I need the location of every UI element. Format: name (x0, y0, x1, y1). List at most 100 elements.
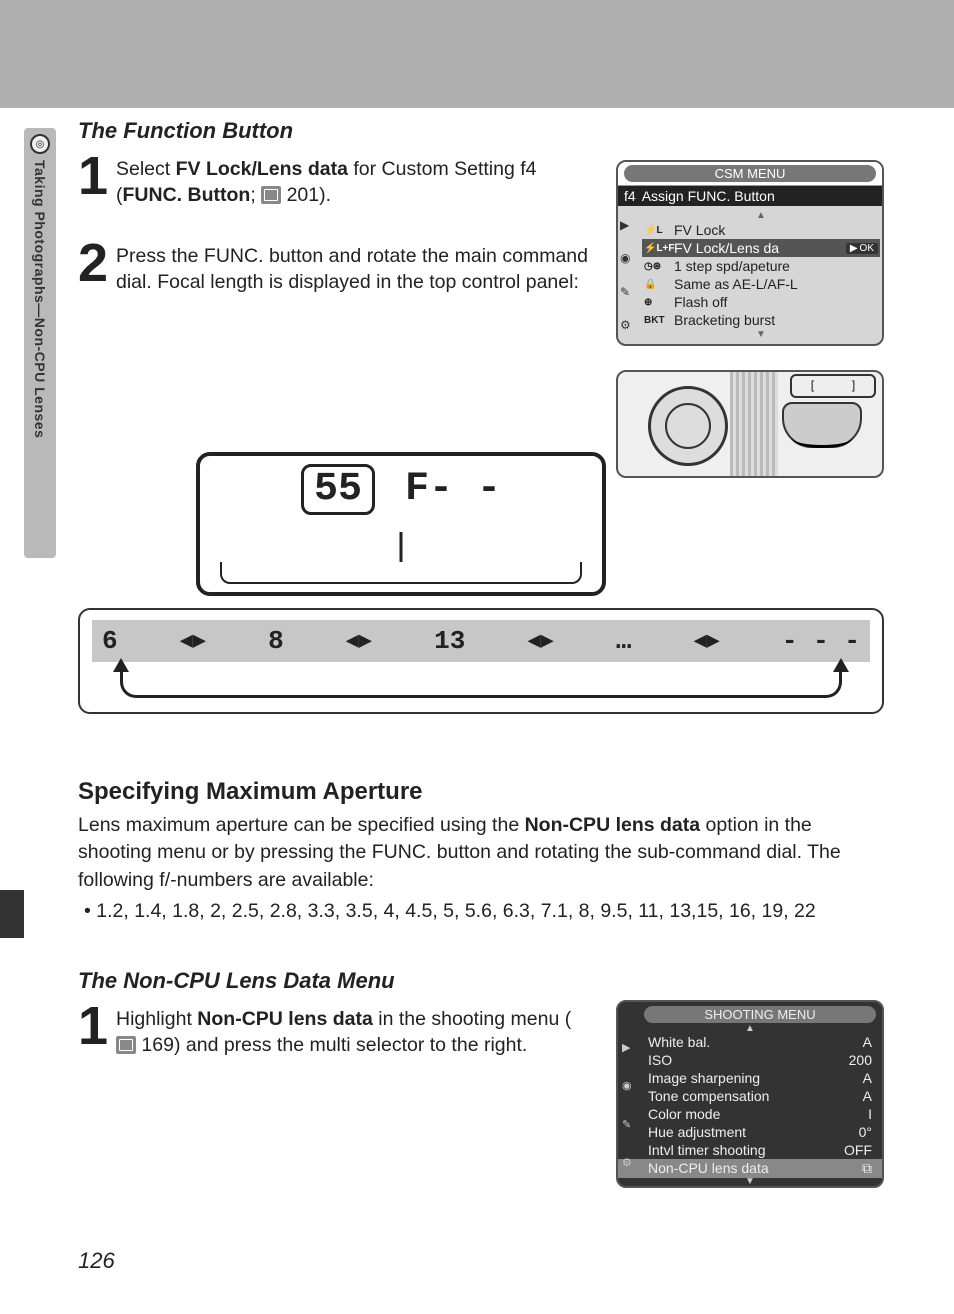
row-icon: ⊕ (644, 297, 670, 308)
sm-row-sharpen: Image sharpeningA (618, 1069, 882, 1087)
l: Hue adjustment (648, 1124, 746, 1140)
noncpu-step-1: 1 Highlight Non-CPU lens data in the sho… (78, 1002, 588, 1059)
loop-line (120, 668, 842, 698)
ok-text: OK (860, 243, 874, 254)
row-icon: ◷⊛ (644, 261, 670, 272)
strip-val: 6 (102, 626, 118, 656)
step-1-text: Select FV Lock/Lens data for Custom Sett… (116, 152, 588, 209)
step-2: 2 Press the FUNC. button and rotate the … (78, 239, 588, 296)
csm-setting-name: Assign FUNC. Button (642, 188, 775, 204)
v: I (868, 1106, 872, 1122)
page-ref-icon (261, 186, 281, 204)
l: White bal. (648, 1034, 710, 1050)
t: in the shooting menu ( (373, 1008, 571, 1030)
lcd-aperture: F- - (405, 467, 501, 512)
sm-row-wb: White bal. A (618, 1033, 882, 1051)
t: ; (250, 184, 261, 206)
v: A (863, 1034, 872, 1050)
l: Color mode (648, 1106, 720, 1122)
page-ref-icon (116, 1036, 136, 1054)
step-1: 1 Select FV Lock/Lens data for Custom Se… (78, 152, 588, 209)
t: FUNC. Button (123, 184, 251, 206)
camera-body-hatch (730, 372, 778, 476)
row-label: Bracketing burst (674, 312, 775, 328)
strip-val: - - - (782, 626, 860, 656)
v: A (863, 1088, 872, 1104)
sm-row-intvl: Intvl timer shootingOFF (618, 1141, 882, 1159)
l: Non-CPU lens data (648, 1160, 769, 1177)
sm-row-iso: ISO 200 (618, 1051, 882, 1069)
v: ⧉ (862, 1160, 872, 1177)
fnumber-list: • 1.2, 1.4, 1.8, 2, 2.5, 2.8, 3.3, 3.5, … (78, 898, 884, 925)
lcd-focal-length: 55 (301, 464, 375, 515)
double-arrow-icon: ◀▶ (346, 628, 373, 654)
t: ) and press the multi selector to the ri… (174, 1034, 527, 1056)
section-title-function-button: The Function Button (78, 118, 884, 144)
t: Non-CPU lens data (197, 1008, 373, 1030)
camera-command-dial (782, 402, 862, 448)
double-arrow-icon: ◀▶ (527, 628, 554, 654)
page-top-band (0, 0, 954, 108)
t: 169 (141, 1034, 174, 1056)
focal-length-values-strip: 6 ◀▶ 8 ◀▶ 13 ◀▶ … ◀▶ - - - (78, 608, 884, 714)
v: 200 (849, 1052, 872, 1068)
csm-menu-title: CSM MENU (624, 165, 876, 182)
v: 0° (859, 1124, 872, 1140)
csm-menu-screenshot: CSM MENU f4 Assign FUNC. Button ▶◉✎⚙ ▲ ⚡… (616, 160, 884, 346)
page-edge-accent (0, 890, 24, 938)
csm-side-icons: ▶◉✎⚙ (620, 208, 640, 342)
t: ). (319, 184, 331, 206)
sm-row-tone: Tone compensation A (618, 1087, 882, 1105)
strip-val: 13 (434, 626, 465, 656)
strip-val: … (616, 626, 632, 656)
chapter-side-tab: ◎ Taking Photographs—Non-CPU Lenses (24, 128, 56, 558)
sm-row-hue: Hue adjustment 0° (618, 1123, 882, 1141)
shoot-side-icons: ▶◉✎⚙ (622, 1028, 642, 1182)
t: ] (850, 379, 857, 393)
step-number-2: 2 (78, 239, 112, 288)
csm-row-fvlock: ⚡L FV Lock (642, 221, 880, 239)
t: Select (116, 158, 176, 180)
row-icon: ⚡L+F (644, 243, 670, 254)
t: Highlight (116, 1008, 197, 1030)
l: Tone compensation (648, 1088, 769, 1104)
camera-top-display: [] (790, 374, 876, 398)
noncpu-step-1-text: Highlight Non-CPU lens data in the shoot… (116, 1002, 588, 1059)
ok-badge: ▶ OK (846, 243, 878, 254)
l: Intvl timer shooting (648, 1142, 766, 1158)
side-tab-label: Taking Photographs—Non-CPU Lenses (32, 160, 48, 438)
csm-row-flashoff: ⊕ Flash off (642, 293, 880, 311)
camera-illustration: [] (616, 370, 884, 478)
spec-heading: Specifying Maximum Aperture (78, 778, 884, 806)
scroll-down-icon: ▼ (618, 1178, 882, 1186)
t: FV Lock/Lens data (176, 158, 348, 180)
row-label: FV Lock (674, 222, 725, 238)
shooting-menu-title: SHOOTING MENU (644, 1006, 876, 1023)
page-number: 126 (78, 1248, 115, 1274)
strip-val: 8 (268, 626, 284, 656)
camera-lens-icon (648, 386, 728, 466)
csm-row-1step: ◷⊛ 1 step spd/apeture (642, 257, 880, 275)
row-icon: ⚡L (644, 225, 670, 236)
csm-setting-id: f4 (624, 188, 636, 204)
l: Image sharpening (648, 1070, 760, 1086)
double-arrow-icon: ◀▶ (180, 628, 207, 654)
lcd-baseline (220, 562, 582, 584)
t: Non-CPU lens data (525, 814, 701, 836)
sm-row-color: Color mode I (618, 1105, 882, 1123)
step-number-1b: 1 (78, 1002, 112, 1051)
shooting-menu-screenshot: SHOOTING MENU ▲ ▶◉✎⚙ White bal.A ISO200 … (616, 1000, 884, 1188)
top-control-panel-lcd: 55 F- - (196, 452, 606, 596)
section-title-noncpu: The Non-CPU Lens Data Menu (78, 968, 884, 994)
csm-row-ael-afl: 🔒Same as AE-L/AF-L (642, 275, 880, 293)
camera-mode-icon: ◎ (30, 134, 50, 154)
l: ISO (648, 1052, 672, 1068)
scroll-up-icon: ▲ (618, 1025, 882, 1033)
row-label: Same as AE-L/AF-L (674, 276, 798, 292)
t: 201 (287, 184, 320, 206)
row-label: 1 step spd/apeture (674, 258, 790, 274)
row-label: FV Lock/Lens da (674, 240, 779, 256)
t: [ (809, 379, 816, 393)
double-arrow-icon: ◀▶ (693, 628, 720, 654)
row-label: Flash off (674, 294, 727, 310)
